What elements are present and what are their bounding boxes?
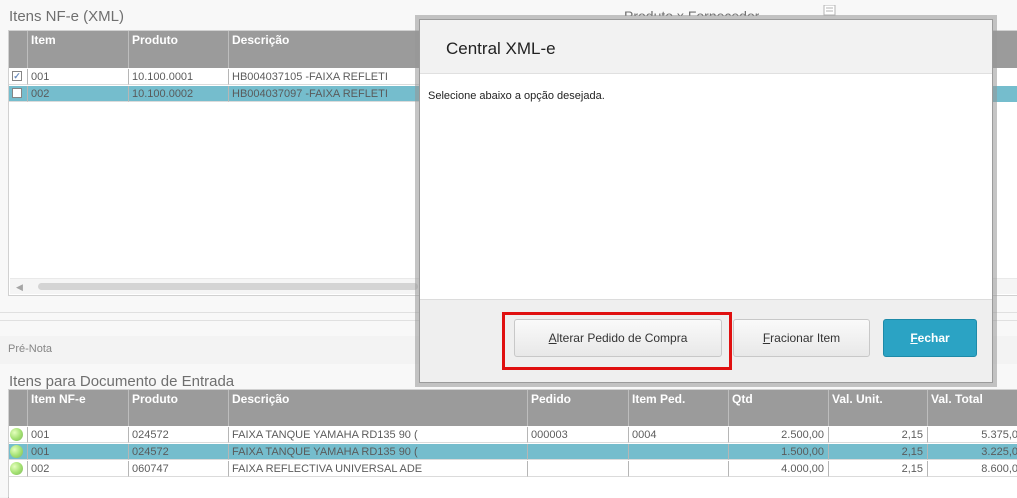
highlight-box — [502, 312, 732, 370]
fechar-label: echar — [917, 331, 950, 345]
fechar-mnemonic: F — [910, 331, 918, 345]
fracionar-item-label: racionar Item — [770, 331, 841, 345]
dialog-title: Central XML-e — [446, 39, 556, 58]
fechar-button[interactable]: Fechar — [883, 319, 977, 357]
dialog-message: Selecione abaixo a opção desejada. — [428, 90, 605, 102]
dialog-header: Central XML-e — [420, 20, 992, 74]
fracionar-item-button[interactable]: Fracionar Item — [733, 319, 870, 357]
